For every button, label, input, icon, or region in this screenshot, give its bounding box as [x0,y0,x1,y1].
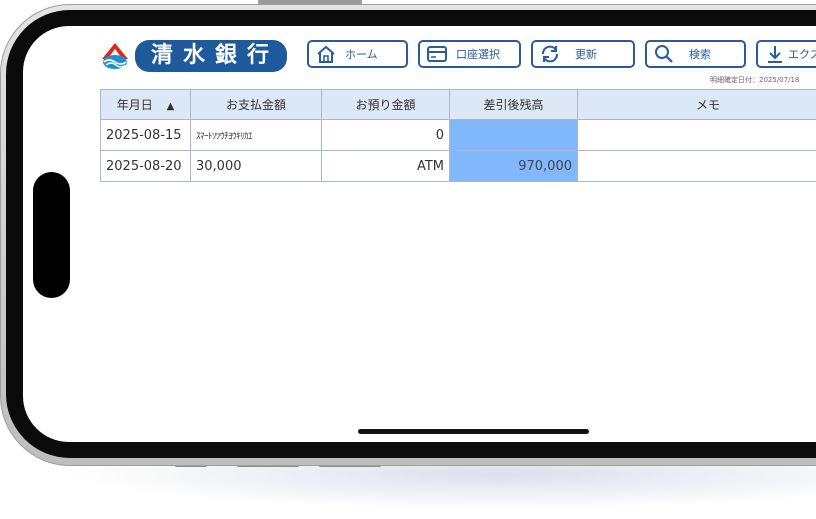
refresh-button[interactable]: 更新 [531,40,635,68]
export-button[interactable]: エクスポ [756,40,816,68]
cell-balance [449,119,578,151]
app-screen: 清水銀行 ホーム 口座選択 更新 検索 エクス 明細確定日付：2025/07/1… [23,26,816,442]
cell-balance: 970,000 [449,150,578,182]
cell-payment: 30,000 [190,150,322,182]
column-header-date[interactable]: 年月日 ▲ [100,89,191,120]
cell-date: 2025-08-20 [100,150,191,182]
account-select-button[interactable]: 口座選択 [418,40,521,68]
column-header-deposit[interactable]: お預り金額 [321,89,450,120]
home-button[interactable]: ホーム [307,40,408,68]
search-button-label: 検索 [689,48,711,61]
column-label-payment: お支払金額 [225,98,286,112]
bank-logo[interactable]: 清水銀行 [101,40,288,72]
toolbar: ホーム 口座選択 更新 検索 エクス [307,40,816,68]
refresh-icon [539,43,561,65]
column-header-balance[interactable]: 差引後残高 [449,89,578,120]
sort-ascending-icon: ▲ [166,101,175,112]
table-row[interactable]: 2025-08-15 ｽﾏｰﾄｿﾂｳﾁﾖｳｷﾘｶｴ 0 [100,119,816,151]
bank-name: 清水銀行 [135,40,288,72]
export-button-label: エクスポ [788,48,816,61]
search-icon [653,43,675,65]
home-indicator[interactable] [358,429,589,434]
home-icon [315,43,337,65]
search-button[interactable]: 検索 [645,40,746,68]
column-header-payment[interactable]: お支払金額 [190,89,322,120]
table-header-row: 年月日 ▲ お支払金額 お預り金額 差引後残高 メモ [100,89,816,120]
cell-deposit: 0 [321,119,450,151]
cell-memo[interactable] [577,119,816,151]
statement-confirm-date: 明細確定日付：2025/07/18 [710,76,800,84]
table-row[interactable]: 2025-08-20 30,000 ATM 970,000 [100,150,816,182]
download-icon [764,43,786,65]
column-header-memo[interactable]: メモ [577,89,816,120]
transaction-table: 年月日 ▲ お支払金額 お預り金額 差引後残高 メモ 2025-08-15 ｽﾏ… [100,89,816,182]
bank-logo-icon [101,42,129,70]
column-label-deposit: お預り金額 [355,98,416,112]
cell-deposit: ATM [321,150,450,182]
refresh-button-label: 更新 [575,48,597,61]
cell-memo[interactable] [577,150,816,182]
cell-date: 2025-08-15 [100,119,191,151]
column-label-balance: 差引後残高 [483,98,544,112]
column-label-memo: メモ [695,98,720,112]
column-label-date: 年月日 [116,98,153,112]
cell-payment: ｽﾏｰﾄｿﾂｳﾁﾖｳｷﾘｶｴ [190,119,322,151]
device-mockup: 清水銀行 ホーム 口座選択 更新 検索 エクス 明細確定日付：2025/07/1… [0,0,816,519]
card-icon [426,43,448,65]
home-button-label: ホーム [345,48,378,61]
device-side-cutout [33,172,70,298]
account-select-label: 口座選択 [456,48,500,61]
